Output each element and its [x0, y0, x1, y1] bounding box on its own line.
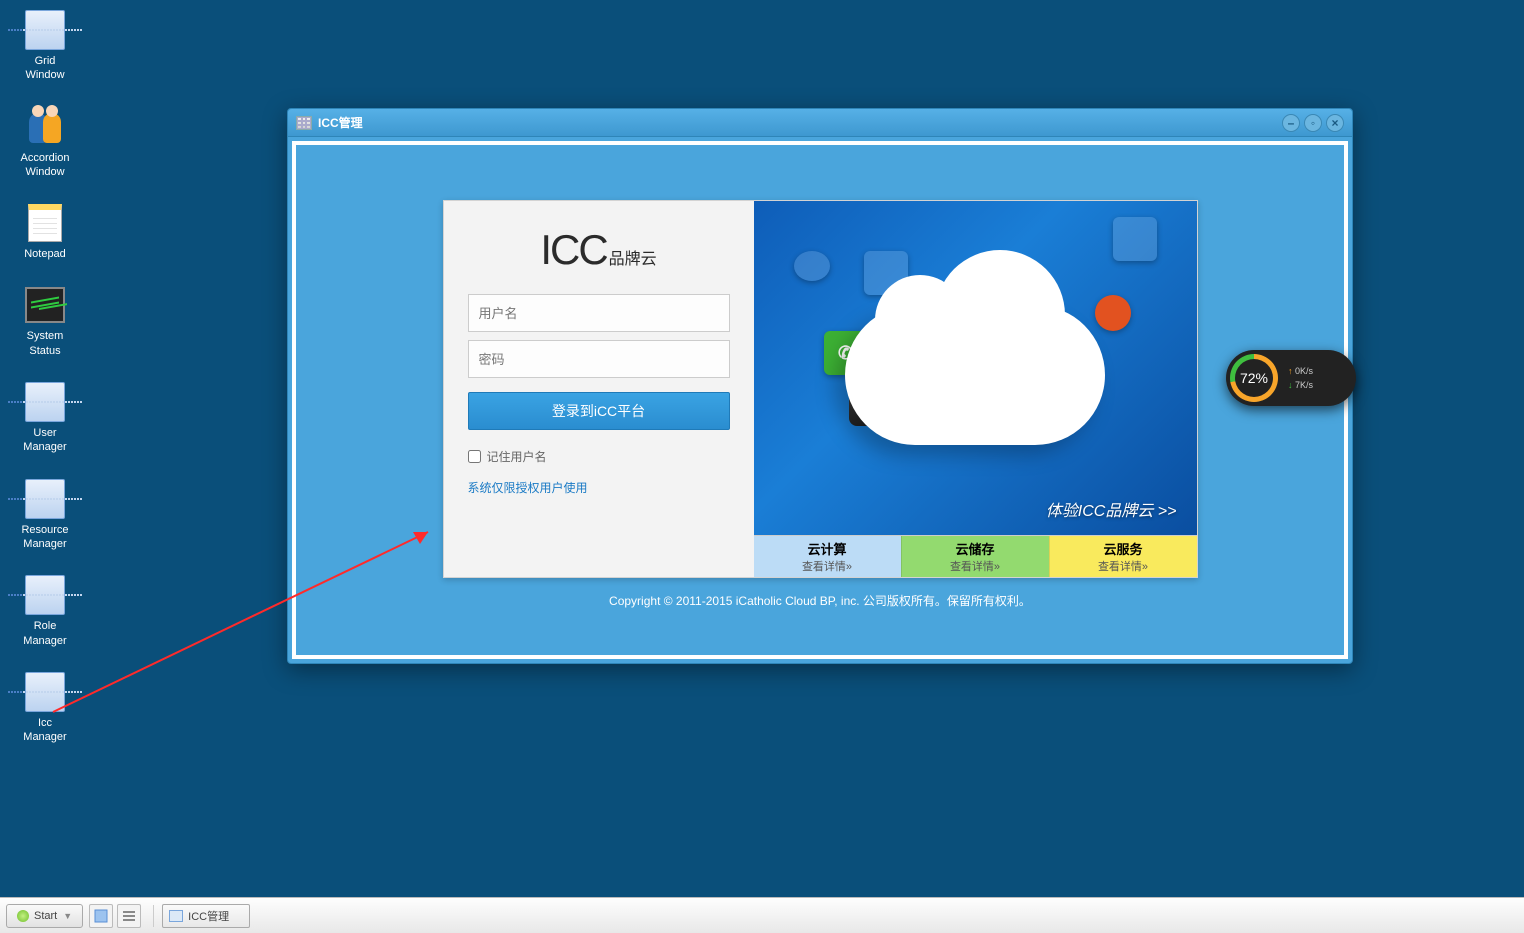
login-form: ICC 品牌云 登录到iCC平台 记住用户名 系统仅限授权用户使用	[444, 201, 754, 577]
icon-label: Icc Manager	[15, 716, 75, 745]
login-button[interactable]: 登录到iCC平台	[468, 392, 730, 430]
icon-label: Role Manager	[15, 619, 75, 648]
desktop-icon-role-manager[interactable]: Role Manager	[15, 575, 75, 648]
maximize-button[interactable]: ◦	[1304, 114, 1322, 132]
close-button[interactable]: ×	[1326, 114, 1344, 132]
taskbar-tile-view-icon[interactable]	[89, 904, 113, 928]
cloud-outline-icon	[794, 251, 830, 281]
icon-label: Accordion Window	[15, 151, 75, 180]
tab-title: 云服务	[1103, 539, 1142, 558]
desktop-icon-icc-manager[interactable]: Icc Manager	[15, 672, 75, 745]
task-label: ICC管理	[188, 908, 229, 924]
grid-icon	[25, 672, 65, 712]
performance-gauge[interactable]: 72% 0K/s 7K/s	[1226, 350, 1356, 406]
login-card: ICC 品牌云 登录到iCC平台 记住用户名 系统仅限授权用户使用	[443, 200, 1198, 578]
desktop-icon-system-status[interactable]: System Status	[15, 285, 75, 358]
window-title-icon	[296, 116, 312, 130]
desktop-icon-grid-window[interactable]: Grid Window	[15, 10, 75, 83]
remember-checkbox[interactable]	[468, 450, 481, 463]
chevron-down-icon: ▼	[63, 911, 72, 921]
logo: ICC 品牌云	[468, 226, 730, 274]
icon-label: System Status	[15, 329, 75, 358]
minimize-button[interactable]: –	[1282, 114, 1300, 132]
window-titlebar[interactable]: ICC管理 – ◦ ×	[288, 109, 1352, 137]
tab-云服务[interactable]: 云服务查看详情»	[1049, 536, 1197, 577]
window-body: ICC 品牌云 登录到iCC平台 记住用户名 系统仅限授权用户使用	[292, 141, 1348, 659]
taskbar-separator	[153, 905, 154, 927]
username-input[interactable]	[468, 294, 730, 332]
download-speed: 7K/s	[1288, 378, 1313, 392]
grid-icon	[25, 10, 65, 50]
task-icon	[169, 910, 183, 922]
weibo-icon	[1095, 295, 1131, 331]
banner-cta[interactable]: 体验ICC品牌云 >>	[1046, 497, 1177, 521]
taskbar-list-view-icon[interactable]	[117, 904, 141, 928]
copyright-text: Copyright © 2011-2015 iCatholic Cloud BP…	[609, 592, 1031, 609]
cloud-graphic	[845, 305, 1105, 445]
start-label: Start	[34, 910, 57, 922]
upload-speed: 0K/s	[1288, 364, 1313, 378]
auth-note-link[interactable]: 系统仅限授权用户使用	[468, 479, 730, 496]
grid-icon	[25, 575, 65, 615]
people-icon	[25, 107, 65, 147]
gauge-percent: 72%	[1240, 370, 1268, 386]
login-banner-panel: ✆ ⊞ 淘 支付宝 体验ICC品牌云 >> 云计算查看详情»云储存查看详情»云服…	[754, 201, 1197, 577]
icon-label: Grid Window	[15, 54, 75, 83]
taskbar: Start ▼ ICC管理	[0, 897, 1524, 933]
icon-label: Notepad	[15, 247, 75, 261]
notepad-icon	[25, 203, 65, 243]
icon-label: User Manager	[15, 426, 75, 455]
grid-icon	[25, 382, 65, 422]
desktop-icon-notepad[interactable]: Notepad	[15, 203, 75, 261]
remember-row[interactable]: 记住用户名	[468, 448, 730, 465]
desktop-icon-user-manager[interactable]: User Manager	[15, 382, 75, 455]
tab-云计算[interactable]: 云计算查看详情»	[754, 536, 901, 577]
tab-title: 云计算	[807, 539, 846, 558]
start-logo-icon	[17, 910, 29, 922]
gauge-ring: 72%	[1230, 354, 1278, 402]
banner: ✆ ⊞ 淘 支付宝 体验ICC品牌云 >>	[754, 201, 1197, 535]
tab-title: 云储存	[955, 539, 994, 558]
desktop-icon-resource-manager[interactable]: Resource Manager	[15, 479, 75, 552]
window-title: ICC管理	[318, 114, 363, 131]
desktop-icon-accordion-window[interactable]: Accordion Window	[15, 107, 75, 180]
banner-tabs: 云计算查看详情»云储存查看详情»云服务查看详情»	[754, 535, 1197, 577]
grid-icon	[25, 479, 65, 519]
start-button[interactable]: Start ▼	[6, 904, 83, 928]
tab-subtitle: 查看详情»	[802, 558, 852, 574]
remember-label: 记住用户名	[487, 448, 547, 465]
monitor-icon	[25, 285, 65, 325]
icc-window: ICC管理 – ◦ × ICC 品牌云 登录到iCC平台 记住用户名 系统仅限授…	[287, 108, 1353, 664]
tab-subtitle: 查看详情»	[1098, 558, 1148, 574]
tab-subtitle: 查看详情»	[950, 558, 1000, 574]
taskbar-task-icc[interactable]: ICC管理	[162, 904, 250, 928]
gauge-speeds: 0K/s 7K/s	[1288, 364, 1313, 393]
tab-云储存[interactable]: 云储存查看详情»	[901, 536, 1049, 577]
password-input[interactable]	[468, 340, 730, 378]
logo-text: ICC	[540, 226, 606, 274]
logo-subtext: 品牌云	[609, 245, 657, 269]
envelope-icon	[1113, 217, 1157, 261]
icon-label: Resource Manager	[15, 523, 75, 552]
